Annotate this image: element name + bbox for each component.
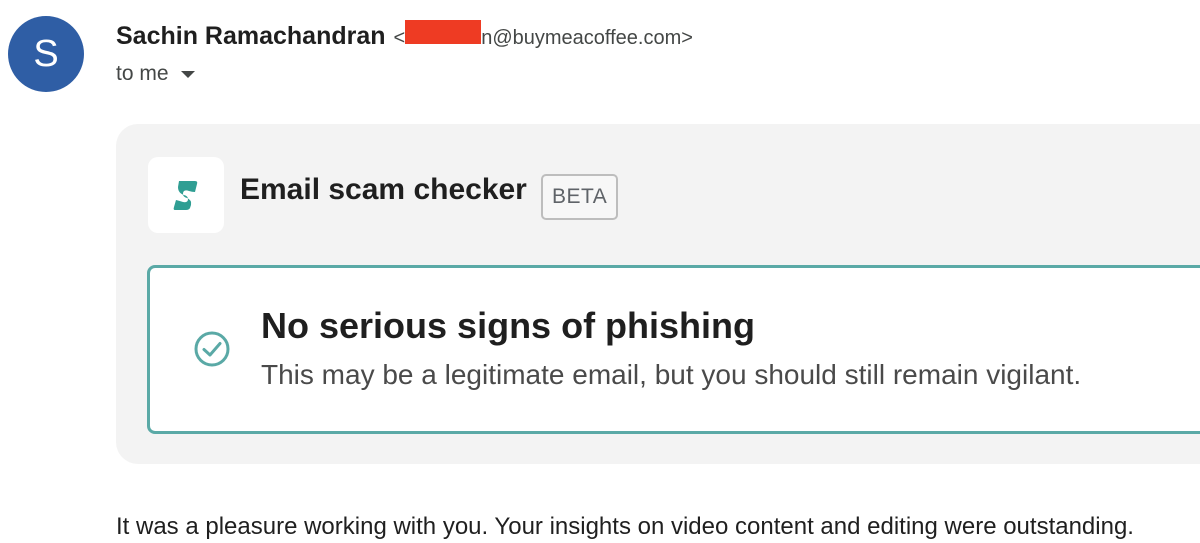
recipient-label: to me [116,62,169,85]
redaction-block [405,20,482,44]
sender-avatar[interactable]: S [8,16,84,92]
check-circle-icon [194,331,230,367]
sender-name[interactable]: Sachin Ramachandran [116,22,386,51]
sender-line: Sachin Ramachandran < n@buymeacoffee.com… [116,20,693,52]
sender-email: < n@buymeacoffee.com> [394,20,693,50]
scan-result-box [147,265,1200,434]
sender-email-domain: n@buymeacoffee.com> [481,27,693,49]
surfshark-logo-icon [173,181,198,210]
email-body-text: It was a pleasure working with you. Your… [116,513,1134,540]
scam-checker-logo [148,157,224,233]
beta-badge: BETA [541,174,619,220]
result-title: No serious signs of phishing [261,305,756,346]
caret-down-icon [180,70,195,78]
result-description: This may be a legitimate email, but you … [261,359,1082,390]
recipient-details-toggle[interactable]: to me [116,62,195,86]
email-open-bracket: < [393,27,406,49]
scam-checker-title: Email scam checker [240,173,527,206]
